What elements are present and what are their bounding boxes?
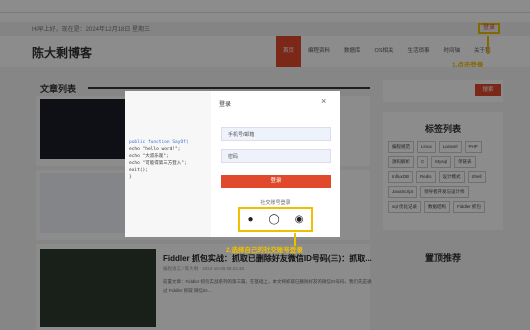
code-line: }	[129, 175, 132, 180]
code-line: public function SayOf(	[129, 140, 189, 145]
github-icon[interactable]: ◉	[295, 214, 304, 225]
modal-title: 登录	[219, 102, 232, 108]
login-modal: public function SayOf( echo "hello word!…	[125, 91, 340, 237]
social-login-label: 社交账号登录	[260, 200, 291, 206]
code-line: echo "大叔乐观";	[129, 154, 169, 159]
password-field[interactable]: 密码	[221, 149, 331, 163]
code-decoration: public function SayOf( echo "hello word!…	[125, 91, 211, 237]
annotation-step2: 2.选择自己的社交账号登录	[226, 247, 303, 254]
code-line: exit();	[129, 168, 148, 173]
login-button[interactable]: 登录	[221, 175, 331, 188]
code-line: echo "可能得第三方登入";	[129, 161, 187, 166]
qq-icon[interactable]: ●	[248, 214, 254, 225]
weibo-icon[interactable]: ◯	[269, 214, 280, 225]
social-login-options: ● ◯ ◉	[238, 207, 313, 232]
username-field[interactable]: 手机号/邮箱	[221, 127, 331, 141]
login-panel: 登录 × 手机号/邮箱 密码 登录 社交账号登录 ● ◯ ◉	[211, 91, 340, 237]
code-line: echo "hello word!";	[129, 147, 181, 152]
close-icon[interactable]: ×	[321, 96, 326, 106]
